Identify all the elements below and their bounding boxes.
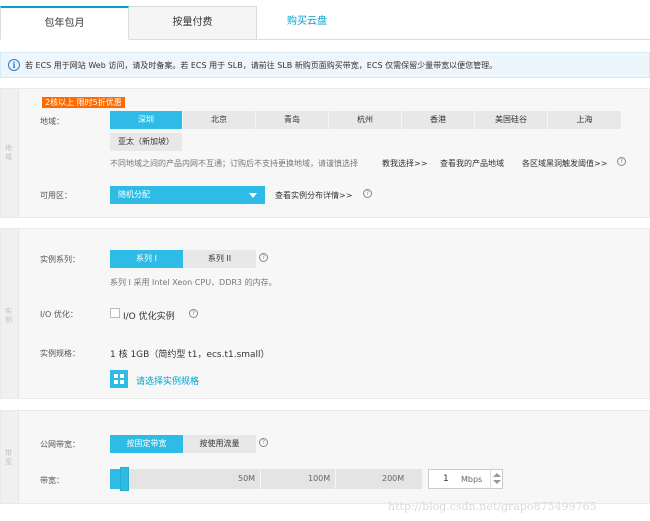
help-icon[interactable]: ? <box>617 157 626 166</box>
io-optimized-checkbox[interactable] <box>110 308 120 318</box>
link-my-regions[interactable]: 查看我的产品地域 <box>440 158 504 169</box>
arrow-up-icon[interactable] <box>493 473 501 477</box>
tab-buy-cloud-disk[interactable]: 购买云盘 <box>257 6 357 40</box>
zone-select-value: 随机分配 <box>118 190 150 199</box>
region-singapore[interactable]: 亚太（新加坡） <box>110 133 183 151</box>
link-teach-me[interactable]: 教我选择>> <box>382 158 427 169</box>
grid-icon[interactable] <box>110 370 128 388</box>
bandwidth-slider[interactable]: 50M 100M 200M <box>110 467 422 491</box>
traffic-bandwidth-button[interactable]: 按使用流量 <box>183 435 256 453</box>
link-blackhole-threshold[interactable]: 各区域黑洞触发阈值>> <box>522 158 607 169</box>
region-shanghai[interactable]: 上海 <box>548 111 622 129</box>
region-side-label: 地域 <box>1 89 19 217</box>
notice-text: 若 ECS 用于网站 Web 访问，请及时备案。若 ECS 用于 SLB，请前往… <box>25 61 498 70</box>
region-qingdao[interactable]: 青岛 <box>256 111 329 129</box>
bandwidth-section: 带宽 <box>0 410 650 504</box>
bandwidth-value: 1 <box>443 474 449 484</box>
instance-section: 实例 <box>0 228 650 399</box>
bw-type-label: 公网带宽： <box>40 440 80 449</box>
series-2-button[interactable]: 系列 II <box>183 250 256 268</box>
zone-label: 可用区： <box>40 191 72 200</box>
zone-select[interactable]: 随机分配 <box>110 186 265 204</box>
arrow-down-icon[interactable] <box>493 480 501 484</box>
tab-pay-as-you-go[interactable]: 按量付费 <box>129 6 257 40</box>
slider-mark-200m: 200M <box>382 474 405 483</box>
spec-label: 实例规格： <box>40 349 80 358</box>
info-icon: i <box>8 59 20 71</box>
region-shenzhen[interactable]: 深圳 <box>110 111 183 129</box>
zone-help-icon[interactable]: ? <box>363 189 372 198</box>
spec-value: 1 核 1GB（简约型 t1，ecs.t1.small） <box>110 350 270 360</box>
slider-mark-50m: 50M <box>238 474 256 483</box>
io-checkbox-label[interactable]: I/O 优化实例 <box>123 309 175 322</box>
instance-side-label: 实例 <box>1 229 19 398</box>
series-1-button[interactable]: 系列 I <box>110 250 183 268</box>
bandwidth-side-label: 带宽 <box>1 411 19 503</box>
fixed-bandwidth-button[interactable]: 按固定带宽 <box>110 435 183 453</box>
slider-handle[interactable] <box>120 467 129 491</box>
region-silicon-valley[interactable]: 美国硅谷 <box>475 111 548 129</box>
region-beijing[interactable]: 北京 <box>183 111 256 129</box>
region-hongkong[interactable]: 香港 <box>402 111 475 129</box>
link-choose-spec[interactable]: 请选择实例规格 <box>136 374 199 387</box>
link-zone-distribution[interactable]: 查看实例分布详情>> <box>275 190 352 201</box>
region-hangzhou[interactable]: 杭州 <box>329 111 402 129</box>
bw-help-icon[interactable]: ? <box>259 438 268 447</box>
series-label: 实例系列： <box>40 255 80 264</box>
series-help-icon[interactable]: ? <box>259 253 268 262</box>
tab-subscription[interactable]: 包年包月 <box>0 6 129 40</box>
bandwidth-stepper[interactable] <box>490 470 502 488</box>
notice-banner: i 若 ECS 用于网站 Web 访问，请及时备案。若 ECS 用于 SLB，请… <box>0 52 650 78</box>
chevron-down-icon <box>249 193 257 198</box>
bandwidth-input[interactable]: 1 Mbps <box>428 469 503 489</box>
region-label: 地域： <box>40 117 64 126</box>
slider-mark-100m: 100M <box>308 474 331 483</box>
tab-bar: 包年包月 按量付费 购买云盘 <box>0 0 650 40</box>
bandwidth-unit: Mbps <box>461 475 483 484</box>
series-hint: 系列 I 采用 Intel Xeon CPU，DDR3 的内存。 <box>110 278 277 287</box>
io-help-icon[interactable]: ? <box>189 309 198 318</box>
io-label: I/O 优化： <box>40 310 78 319</box>
watermark: http://blog.csdn.net/grapo875499765 <box>388 500 597 513</box>
region-hint: 不同地域之间的产品内网不互通；订购后不支持更换地域，请谨慎选择 <box>110 159 358 168</box>
bw-label: 带宽： <box>40 476 64 485</box>
promo-badge: 2核以上 限时5折优惠 <box>42 97 125 108</box>
